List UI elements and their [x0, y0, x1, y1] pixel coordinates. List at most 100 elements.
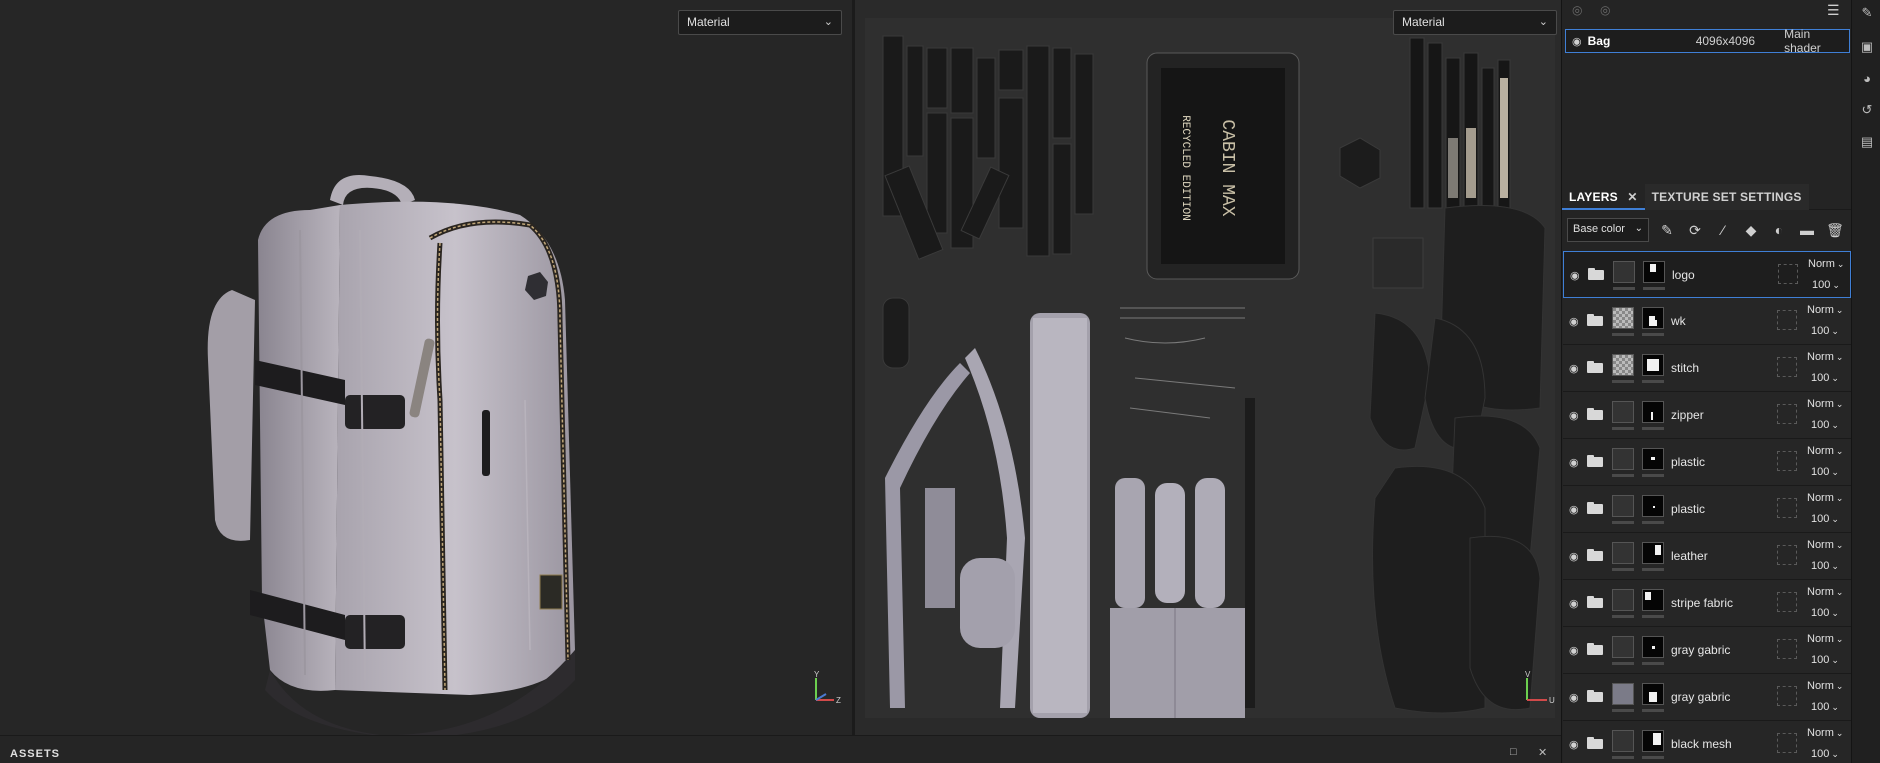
layer-thumbnail[interactable]: [1612, 683, 1634, 705]
mask-icon[interactable]: ◐: [1769, 220, 1789, 240]
layer-thumbnail[interactable]: [1612, 307, 1634, 329]
layer-name[interactable]: gray gabric: [1671, 643, 1730, 657]
layer-opacity[interactable]: 100 ⌄: [1811, 513, 1839, 525]
layer-row[interactable]: ◉ black mesh Norm ⌄ 100 ⌄: [1563, 721, 1851, 763]
viewport-2d-mode-select[interactable]: Material ⌄: [1393, 10, 1557, 35]
layer-row[interactable]: ◉ stitch Norm ⌄ 100 ⌄: [1563, 345, 1851, 392]
layer-opacity[interactable]: 100 ⌄: [1811, 325, 1839, 337]
eye-icon[interactable]: ◉: [1569, 644, 1579, 657]
layer-name[interactable]: stitch: [1671, 361, 1699, 375]
layer-opacity[interactable]: 100 ⌄: [1812, 279, 1840, 291]
viewport-3d[interactable]: Material ⌄ Y Z: [0, 0, 852, 735]
layer-name[interactable]: leather: [1671, 549, 1708, 563]
layer-effects-slot[interactable]: [1777, 310, 1797, 330]
layer-name[interactable]: plastic: [1671, 502, 1705, 516]
layer-name[interactable]: logo: [1672, 268, 1695, 282]
layer-thumbnail[interactable]: [1612, 495, 1634, 517]
layer-thumbnail[interactable]: [1612, 730, 1634, 752]
eye-icon[interactable]: ◉: [1569, 503, 1579, 516]
layer-thumbnail[interactable]: [1612, 401, 1634, 423]
layer-effects-slot[interactable]: [1777, 357, 1797, 377]
layer-opacity[interactable]: 100 ⌄: [1811, 748, 1839, 760]
folder-add-icon[interactable]: ▬: [1797, 220, 1817, 240]
layer-mask-thumbnail[interactable]: [1642, 589, 1664, 611]
layer-row[interactable]: ◉ stripe fabric Norm ⌄ 100 ⌄: [1563, 580, 1851, 627]
layer-mask-thumbnail[interactable]: [1642, 448, 1664, 470]
layer-name[interactable]: black mesh: [1671, 737, 1732, 751]
brush-icon[interactable]: ⁄: [1713, 220, 1733, 240]
layer-opacity[interactable]: 100 ⌄: [1811, 607, 1839, 619]
layer-effects-slot[interactable]: [1777, 733, 1797, 753]
eye-icon[interactable]: ◉: [1569, 409, 1579, 422]
layer-mask-thumbnail[interactable]: [1642, 495, 1664, 517]
layer-effects-slot[interactable]: [1777, 686, 1797, 706]
layer-thumbnail[interactable]: [1612, 589, 1634, 611]
layer-mask-thumbnail[interactable]: [1642, 401, 1664, 423]
eye-icon[interactable]: ◉: [1570, 269, 1580, 282]
layer-blend-mode[interactable]: Norm ⌄: [1807, 727, 1843, 739]
tab-texture-set-settings[interactable]: TEXTURE SET SETTINGS: [1644, 183, 1809, 210]
layer-effects-slot[interactable]: [1777, 404, 1797, 424]
layer-row[interactable]: ◉ zipper Norm ⌄ 100 ⌄: [1563, 392, 1851, 439]
eye-icon[interactable]: ◉: [1566, 35, 1588, 48]
layer-row[interactable]: ◉ gray gabric Norm ⌄ 100 ⌄: [1563, 627, 1851, 674]
close-icon[interactable]: ✕: [1627, 190, 1637, 204]
layer-effects-slot[interactable]: [1778, 264, 1798, 284]
layer-blend-mode[interactable]: Norm ⌄: [1807, 680, 1843, 692]
history-icon[interactable]: ↺: [1858, 101, 1876, 119]
layer-thumbnail[interactable]: [1612, 542, 1634, 564]
layer-mask-thumbnail[interactable]: [1642, 683, 1664, 705]
layer-mask-thumbnail[interactable]: [1642, 730, 1664, 752]
layer-name[interactable]: zipper: [1671, 408, 1704, 422]
maximize-icon[interactable]: □: [1510, 746, 1517, 758]
layer-row[interactable]: ◉ plastic Norm ⌄ 100 ⌄: [1563, 439, 1851, 486]
layer-row[interactable]: ◉ logo Norm ⌄ 100 ⌄: [1563, 251, 1851, 298]
eye-icon[interactable]: ◉: [1569, 550, 1579, 563]
layer-row[interactable]: ◉ wk Norm ⌄ 100 ⌄: [1563, 298, 1851, 345]
layer-blend-mode[interactable]: Norm ⌄: [1807, 586, 1843, 598]
layer-blend-mode[interactable]: Norm ⌄: [1807, 351, 1843, 363]
environment-icon[interactable]: ◕: [1858, 70, 1876, 88]
close-icon[interactable]: ✕: [1538, 746, 1547, 759]
layer-mask-thumbnail[interactable]: [1642, 542, 1664, 564]
layer-blend-mode[interactable]: Norm ⌄: [1807, 445, 1843, 457]
texture-set-row[interactable]: ◉ Bag 4096x4096 Main shader: [1565, 27, 1850, 55]
fill-icon[interactable]: ◆: [1741, 220, 1761, 240]
layer-name[interactable]: wk: [1671, 314, 1686, 328]
layer-opacity[interactable]: 100 ⌄: [1811, 560, 1839, 572]
channel-select[interactable]: Base color ⌄: [1567, 218, 1649, 242]
layer-opacity[interactable]: 100 ⌄: [1811, 419, 1839, 431]
layer-effects-slot[interactable]: [1777, 451, 1797, 471]
layer-opacity[interactable]: 100 ⌄: [1811, 466, 1839, 478]
layer-row[interactable]: ◉ gray gabric Norm ⌄ 100 ⌄: [1563, 674, 1851, 721]
layer-name[interactable]: stripe fabric: [1671, 596, 1733, 610]
layer-opacity[interactable]: 100 ⌄: [1811, 654, 1839, 666]
layer-thumbnail[interactable]: [1612, 448, 1634, 470]
layer-thumbnail[interactable]: [1612, 354, 1634, 376]
layer-blend-mode[interactable]: Norm ⌄: [1807, 304, 1843, 316]
eye-icon[interactable]: ◉: [1569, 315, 1579, 328]
tab-layers[interactable]: LAYERS ✕: [1562, 184, 1645, 210]
layer-effects-slot[interactable]: [1777, 545, 1797, 565]
show-all-icon[interactable]: ◎: [1600, 3, 1610, 17]
layer-name[interactable]: plastic: [1671, 455, 1705, 469]
display-settings-icon[interactable]: ▣: [1858, 38, 1876, 56]
viewport-2d[interactable]: CABIN MAX RECYCLED EDITION Material ⌄ V …: [852, 0, 1561, 735]
layer-mask-thumbnail[interactable]: [1642, 307, 1664, 329]
layer-row[interactable]: ◉ plastic Norm ⌄ 100 ⌄: [1563, 486, 1851, 533]
layer-name[interactable]: gray gabric: [1671, 690, 1730, 704]
layer-blend-mode[interactable]: Norm ⌄: [1807, 633, 1843, 645]
trash-icon[interactable]: 🗑: [1825, 220, 1845, 240]
magic-wand-icon[interactable]: ✎: [1657, 220, 1677, 240]
eye-icon[interactable]: ◉: [1569, 456, 1579, 469]
log-icon[interactable]: ▤: [1858, 133, 1876, 151]
layer-effects-slot[interactable]: [1777, 592, 1797, 612]
eye-icon[interactable]: ◉: [1569, 597, 1579, 610]
edit-icon[interactable]: ✎: [1858, 4, 1876, 22]
layer-blend-mode[interactable]: Norm ⌄: [1807, 492, 1843, 504]
layer-thumbnail[interactable]: [1613, 261, 1635, 283]
layer-mask-thumbnail[interactable]: [1643, 261, 1665, 283]
layer-blend-mode[interactable]: Norm ⌄: [1807, 398, 1843, 410]
eye-icon[interactable]: ◉: [1569, 738, 1579, 751]
eye-icon[interactable]: ◉: [1569, 362, 1579, 375]
